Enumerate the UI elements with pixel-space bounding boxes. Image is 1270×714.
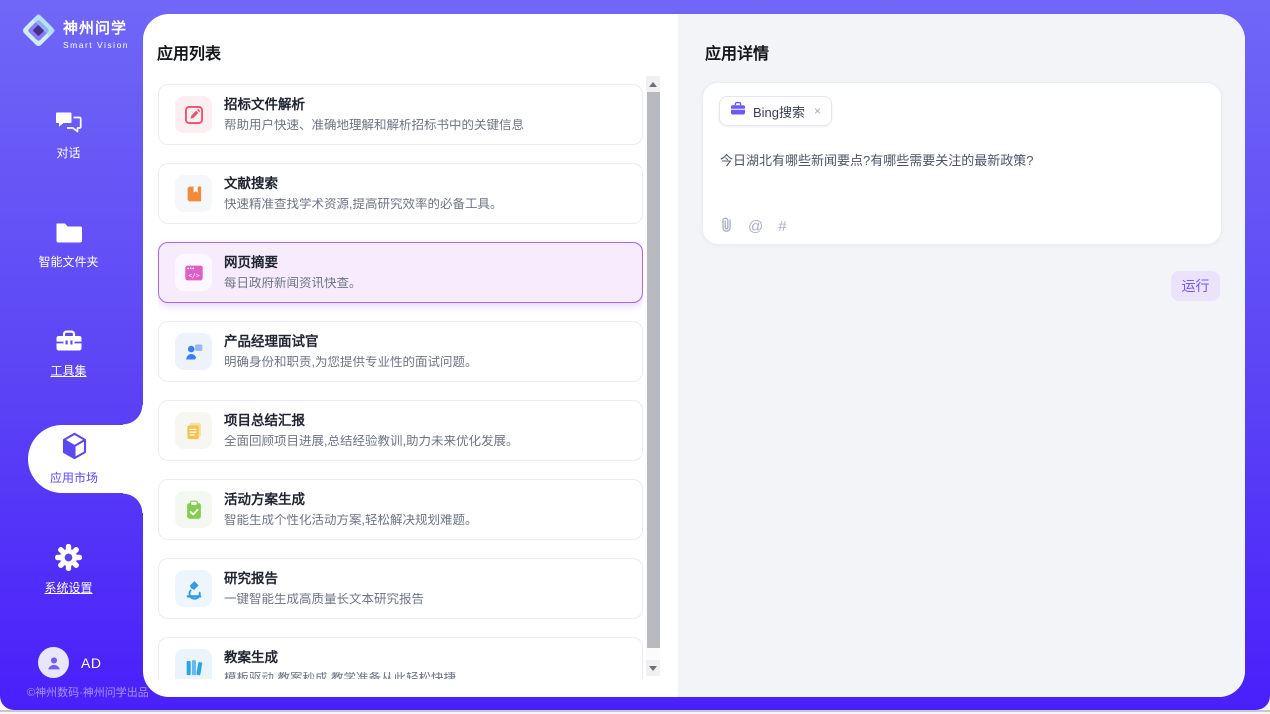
sidebar-item-label: 智能文件夹 (0, 253, 137, 270)
cube-icon (28, 430, 120, 462)
scroll-up-button[interactable] (646, 76, 660, 92)
app-card[interactable]: 活动方案生成智能生成个性化活动方案,轻松解决规划难题。 (158, 479, 643, 540)
brand-name: 神州问学 (63, 17, 129, 38)
app-name: 活动方案生成 (224, 493, 477, 506)
clipboard-check-icon (175, 491, 212, 528)
query-card: Bing搜索 × 今日湖北有哪些新闻要点?有哪些需要关注的最新政策? @ # (702, 82, 1222, 245)
app-name: 文献搜索 (224, 177, 502, 190)
window-bottom-edge (0, 710, 1270, 712)
app-desc: 帮助用户快速、准确地理解和解析招标书中的关键信息 (224, 119, 524, 132)
edit-doc-icon (175, 96, 212, 133)
app-desc: 全面回顾项目进展,总结经验教训,助力未来优化发展。 (224, 435, 518, 448)
interviewer-icon (175, 333, 212, 370)
app-name: 招标文件解析 (224, 98, 524, 111)
hash-icon[interactable]: # (778, 219, 786, 234)
svg-text:</>: </> (188, 271, 200, 279)
composer-toolbar: @ # (720, 216, 787, 236)
toolbox-icon (0, 328, 137, 355)
sidebar-item-chat[interactable]: 对话 (0, 110, 137, 161)
app-card[interactable]: 文献搜索快速精准查找学术资源,提高研究效率的必备工具。 (158, 163, 643, 224)
app-card[interactable]: 招标文件解析帮助用户快速、准确地理解和解析招标书中的关键信息 (158, 84, 643, 145)
sidebar-item-toolset[interactable]: 工具集 (0, 328, 137, 379)
web-code-icon: </> (175, 254, 212, 291)
app-card[interactable]: 产品经理面试官明确身份和职责,为您提供专业性的面试问题。 (158, 321, 643, 382)
brand-diamond-icon (20, 12, 57, 54)
brand-logo: 神州问学 Smart Vision (20, 12, 129, 54)
sidebar-item-label: 工具集 (0, 362, 137, 379)
app-card[interactable]: 项目总结汇报全面回顾项目进展,总结经验教训,助力未来优化发展。 (158, 400, 643, 461)
books-icon (175, 649, 212, 679)
app-name: 教案生成 (224, 651, 456, 664)
app-detail-title: 应用详情 (705, 40, 769, 64)
report-doc-icon (175, 412, 212, 449)
app-desc: 智能生成个性化活动方案,轻松解决规划难题。 (224, 514, 477, 527)
app-name: 网页摘要 (224, 256, 362, 269)
brand-subtitle: Smart Vision (63, 40, 129, 50)
run-button[interactable]: 运行 (1171, 271, 1220, 301)
triangle-down-icon (649, 666, 657, 671)
app-desc: 快速精准查找学术资源,提高研究效率的必备工具。 (224, 198, 502, 211)
scroll-down-button[interactable] (646, 660, 660, 676)
avatar (38, 647, 69, 678)
briefcase-icon (730, 101, 746, 121)
app-desc: 明确身份和职责,为您提供专业性的面试问题。 (224, 356, 477, 369)
app-card[interactable]: 研究报告一键智能生成高质量长文本研究报告 (158, 558, 643, 619)
query-input[interactable]: 今日湖北有哪些新闻要点?有哪些需要关注的最新政策? (720, 151, 1200, 170)
at-icon[interactable]: @ (748, 219, 763, 234)
app-desc: 一键智能生成高质量长文本研究报告 (224, 593, 424, 606)
app-desc: 模板驱动,教案秒成,教学准备从此轻松快捷 (224, 672, 456, 680)
app-name: 研究报告 (224, 572, 424, 585)
user-label: AD (81, 655, 101, 671)
app-list-scrollbar[interactable] (646, 76, 660, 676)
copyright-footer: ©神州数码·神州问学出品 (27, 684, 149, 700)
tool-tag-bing-search[interactable]: Bing搜索 × (719, 96, 832, 126)
app-window: 神州问学 Smart Vision 对话 智能文件夹 (0, 0, 1270, 710)
tag-close-icon[interactable]: × (814, 104, 821, 118)
sidebar-item-label: 应用市场 (28, 469, 120, 486)
content-surface: 应用列表 招标文件解析帮助用户快速、准确地理解和解析招标书中的关键信息 文献搜索… (143, 14, 1245, 697)
sidebar-item-smart-folders[interactable]: 智能文件夹 (0, 220, 137, 270)
blob-fillet-bottom (123, 493, 143, 513)
sidebar-item-label: 系统设置 (0, 579, 137, 596)
app-name: 项目总结汇报 (224, 414, 518, 427)
app-list-title: 应用列表 (157, 40, 221, 64)
book-icon (175, 175, 212, 212)
tool-tag-label: Bing搜索 (753, 102, 805, 121)
app-desc: 每日政府新闻资讯快查。 (224, 277, 362, 290)
sidebar-item-app-market[interactable]: 应用市场 (28, 430, 120, 486)
app-detail-panel: 应用详情 Bing搜索 × 今日湖北有哪些新闻要点?有哪些需要关注的最新政策? (678, 14, 1245, 697)
sidebar-item-settings[interactable]: 系统设置 (0, 543, 137, 596)
app-card[interactable]: </> 网页摘要每日政府新闻资讯快查。 (158, 242, 643, 303)
blob-fillet-top (123, 405, 143, 425)
paperclip-icon[interactable] (720, 216, 733, 236)
folder-icon (0, 220, 137, 246)
app-card[interactable]: 教案生成模板驱动,教案秒成,教学准备从此轻松快捷 (158, 637, 643, 679)
sidebar-item-label: 对话 (0, 144, 137, 161)
microscope-icon (175, 570, 212, 607)
chat-icon (0, 110, 137, 137)
app-list: 招标文件解析帮助用户快速、准确地理解和解析招标书中的关键信息 文献搜索快速精准查… (158, 84, 643, 679)
scrollbar-thumb[interactable] (647, 92, 660, 648)
user-account[interactable]: AD (38, 647, 101, 678)
gear-icon (0, 543, 137, 572)
app-name: 产品经理面试官 (224, 335, 477, 348)
triangle-up-icon (649, 82, 657, 87)
